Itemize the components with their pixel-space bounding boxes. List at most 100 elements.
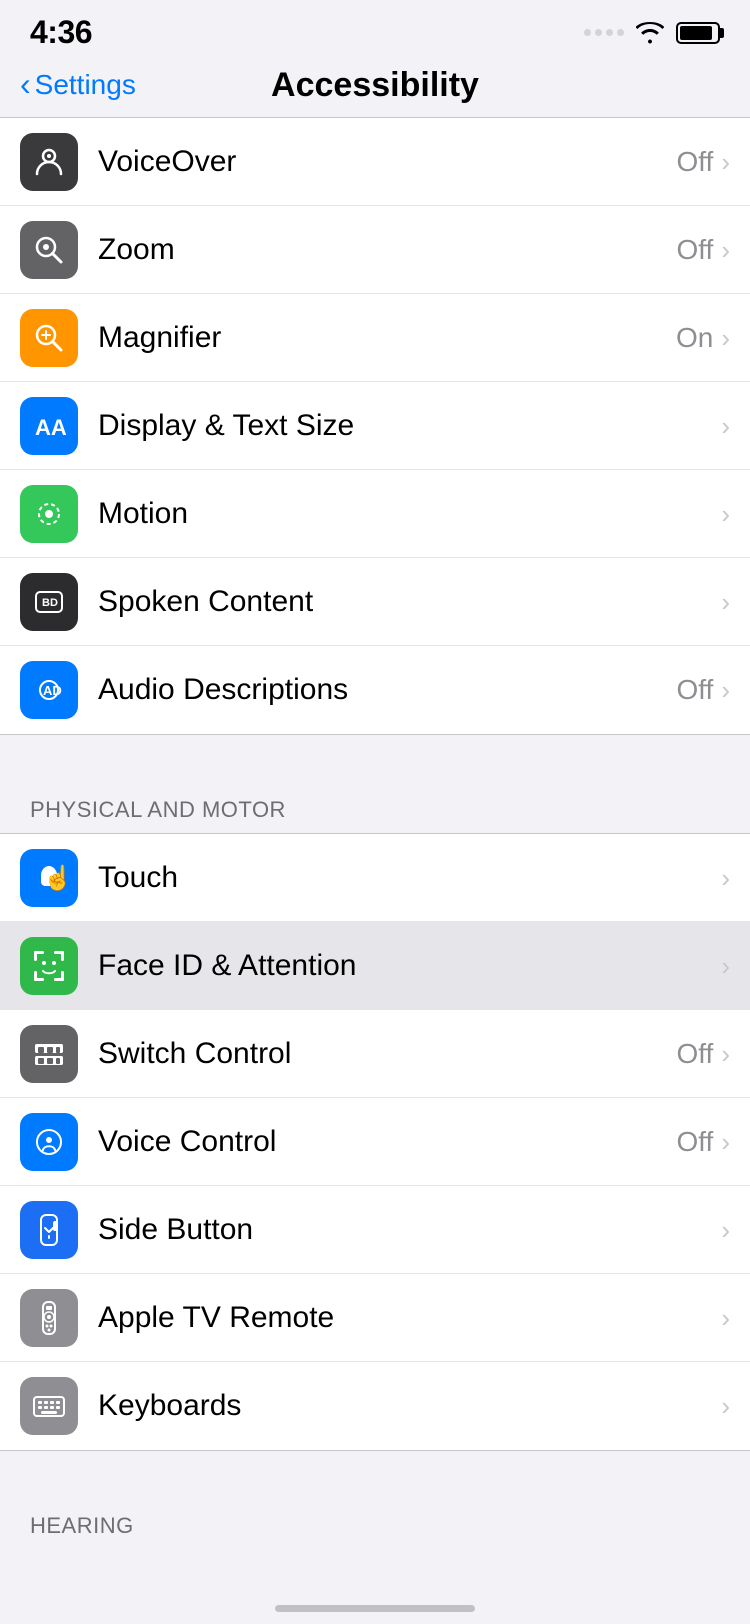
back-button[interactable]: ‹ Settings (20, 69, 136, 101)
voice-control-chevron: › (721, 1129, 730, 1155)
switch-control-label: Switch Control (98, 1037, 291, 1071)
motion-content: Motion › (98, 497, 730, 531)
signal-icon (584, 29, 624, 36)
voice-control-label: Voice Control (98, 1125, 276, 1159)
page-title: Accessibility (271, 66, 479, 105)
magnifier-label: Magnifier (98, 321, 221, 355)
switch-control-value: Off (676, 1038, 713, 1070)
voice-control-item[interactable]: Voice Control Off › (0, 1098, 750, 1186)
status-icons (584, 22, 720, 44)
touch-item[interactable]: ☝ Touch › (0, 834, 750, 922)
magnifier-icon (20, 309, 78, 367)
face-id-icon (20, 937, 78, 995)
magnifier-chevron: › (721, 325, 730, 351)
apple-tv-remote-label: Apple TV Remote (98, 1301, 334, 1335)
keyboards-right: › (721, 1393, 730, 1419)
spoken-content-chevron: › (721, 589, 730, 615)
switch-control-item[interactable]: Switch Control Off › (0, 1010, 750, 1098)
motion-item[interactable]: Motion › (0, 470, 750, 558)
apple-tv-remote-right: › (721, 1305, 730, 1331)
voiceover-label: VoiceOver (98, 145, 236, 179)
magnifier-content: Magnifier On › (98, 321, 730, 355)
keyboards-label: Keyboards (98, 1389, 241, 1423)
spoken-content-label: Spoken Content (98, 585, 313, 619)
zoom-content: Zoom Off › (98, 233, 730, 267)
voiceover-chevron: › (721, 149, 730, 175)
physical-motor-separator (0, 735, 750, 775)
audio-descriptions-item[interactable]: AD Audio Descriptions Off › (0, 646, 750, 734)
keyboards-item[interactable]: Keyboards › (0, 1362, 750, 1450)
audio-descriptions-label: Audio Descriptions (98, 673, 348, 707)
side-button-icon (20, 1201, 78, 1259)
physical-motor-header: PHYSICAL AND MOTOR (0, 775, 750, 833)
magnifier-value: On (676, 322, 713, 354)
spoken-content-item[interactable]: BD Spoken Content › (0, 558, 750, 646)
svg-text:AD: AD (43, 683, 62, 698)
spoken-content-icon: BD (20, 573, 78, 631)
audio-descriptions-icon: AD (20, 661, 78, 719)
vision-section: VoiceOver Off › Zoom Off › (0, 117, 750, 735)
status-time: 4:36 (30, 14, 92, 51)
zoom-icon (20, 221, 78, 279)
face-id-chevron: › (721, 953, 730, 979)
switch-control-content: Switch Control Off › (98, 1037, 730, 1071)
side-button-right: › (721, 1217, 730, 1243)
motion-icon (20, 485, 78, 543)
apple-tv-remote-icon (20, 1289, 78, 1347)
apple-tv-remote-chevron: › (721, 1305, 730, 1331)
spoken-content-content: Spoken Content › (98, 585, 730, 619)
apple-tv-remote-item[interactable]: Apple TV Remote › (0, 1274, 750, 1362)
voiceover-right: Off › (676, 146, 730, 178)
side-button-item[interactable]: Side Button › (0, 1186, 750, 1274)
display-text-size-label: Display & Text Size (98, 409, 354, 443)
touch-content: Touch › (98, 861, 730, 895)
switch-control-right: Off › (676, 1038, 730, 1070)
face-id-item[interactable]: Face ID & Attention › (0, 922, 750, 1010)
display-text-size-right: › (721, 413, 730, 439)
voiceover-item[interactable]: VoiceOver Off › (0, 118, 750, 206)
side-button-label: Side Button (98, 1213, 253, 1247)
back-label: Settings (35, 69, 136, 101)
side-button-content: Side Button › (98, 1213, 730, 1247)
spoken-content-right: › (721, 589, 730, 615)
touch-label: Touch (98, 861, 178, 895)
status-bar: 4:36 (0, 0, 750, 59)
motion-label: Motion (98, 497, 188, 531)
voice-control-icon (20, 1113, 78, 1171)
svg-text:☝: ☝ (43, 863, 67, 892)
hearing-header: HEARING (0, 1491, 750, 1549)
zoom-label: Zoom (98, 233, 175, 267)
face-id-right: › (721, 953, 730, 979)
voiceover-icon (20, 133, 78, 191)
zoom-right: Off › (676, 234, 730, 266)
voiceover-content: VoiceOver Off › (98, 145, 730, 179)
wifi-icon (636, 22, 664, 44)
apple-tv-remote-content: Apple TV Remote › (98, 1301, 730, 1335)
display-text-size-icon: AA (20, 397, 78, 455)
zoom-chevron: › (721, 237, 730, 263)
audio-descriptions-value: Off (676, 674, 713, 706)
touch-right: › (721, 865, 730, 891)
battery-icon (676, 22, 720, 44)
voice-control-content: Voice Control Off › (98, 1125, 730, 1159)
magnifier-right: On › (676, 322, 730, 354)
display-text-size-content: Display & Text Size › (98, 409, 730, 443)
display-text-size-item[interactable]: AA Display & Text Size › (0, 382, 750, 470)
zoom-item[interactable]: Zoom Off › (0, 206, 750, 294)
display-text-size-chevron: › (721, 413, 730, 439)
hearing-separator (0, 1451, 750, 1491)
physical-motor-section: ☝ Touch › (0, 833, 750, 1451)
back-chevron-icon: ‹ (20, 68, 31, 100)
svg-text:AA: AA (35, 415, 67, 440)
svg-text:BD: BD (42, 597, 58, 609)
voice-control-right: Off › (676, 1126, 730, 1158)
keyboards-chevron: › (721, 1393, 730, 1419)
home-indicator (275, 1605, 475, 1612)
touch-icon: ☝ (20, 849, 78, 907)
switch-control-icon (20, 1025, 78, 1083)
magnifier-item[interactable]: Magnifier On › (0, 294, 750, 382)
touch-chevron: › (721, 865, 730, 891)
voice-control-value: Off (676, 1126, 713, 1158)
audio-descriptions-content: Audio Descriptions Off › (98, 673, 730, 707)
side-button-chevron: › (721, 1217, 730, 1243)
